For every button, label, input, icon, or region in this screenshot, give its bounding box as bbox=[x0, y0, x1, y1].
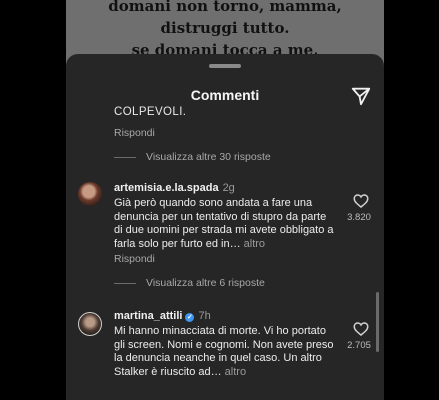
avatar[interactable] bbox=[78, 182, 102, 206]
sheet-drag-handle[interactable] bbox=[209, 64, 241, 68]
username-text: artemisia.e.la.spada bbox=[114, 182, 219, 194]
comments-title: Commenti bbox=[190, 87, 260, 103]
previous-comment-text: COLPEVOLI. bbox=[114, 106, 187, 118]
avatar[interactable] bbox=[78, 312, 102, 336]
reels-viewer: domani non torno, mamma, distruggi tutto… bbox=[66, 0, 384, 400]
view-more-replies-label: Visualizza altre 6 risposte bbox=[146, 277, 265, 289]
read-more-link[interactable]: altro bbox=[244, 238, 265, 250]
view-more-replies-label: Visualizza altre 30 risposte bbox=[146, 151, 271, 163]
comment-time: 2g bbox=[222, 182, 235, 194]
comments-scrollbar[interactable] bbox=[376, 292, 379, 352]
reply-button[interactable]: Rispondi bbox=[114, 253, 155, 265]
comment-time: 7h bbox=[198, 310, 211, 322]
comment-text: Mi hanno minacciata di morte. Vi ho port… bbox=[114, 325, 334, 379]
view-more-replies-button[interactable]: Visualizza altre 6 risposte bbox=[114, 277, 265, 289]
send-icon[interactable] bbox=[350, 85, 372, 107]
reply-button[interactable]: Rispondi bbox=[114, 127, 155, 139]
comment-username[interactable]: artemisia.e.la.spada 2g bbox=[114, 182, 235, 194]
verified-badge-icon: ✓ bbox=[185, 313, 195, 322]
read-more-link[interactable]: altro bbox=[225, 366, 246, 378]
video-caption-line: distruggi tutto. bbox=[160, 19, 290, 37]
heart-icon[interactable] bbox=[352, 192, 370, 210]
comment-text: Già però quando sono andata a fare una d… bbox=[114, 197, 334, 251]
like-count: 2.705 bbox=[347, 340, 371, 351]
comment-body: Già però quando sono andata a fare una d… bbox=[114, 197, 334, 250]
comment-username[interactable]: martina_attili ✓ 7h bbox=[114, 310, 211, 322]
comments-sheet: Commenti COLPEVOLI. Rispondi Visualizza … bbox=[66, 54, 384, 400]
replies-divider-line bbox=[114, 282, 136, 284]
heart-icon[interactable] bbox=[352, 320, 370, 338]
like-count: 3.820 bbox=[347, 212, 371, 223]
replies-divider-line bbox=[114, 156, 136, 158]
video-caption-line: domani non torno, mamma, bbox=[108, 0, 342, 15]
username-text: martina_attili bbox=[114, 310, 183, 322]
view-more-replies-button[interactable]: Visualizza altre 30 risposte bbox=[114, 151, 271, 163]
